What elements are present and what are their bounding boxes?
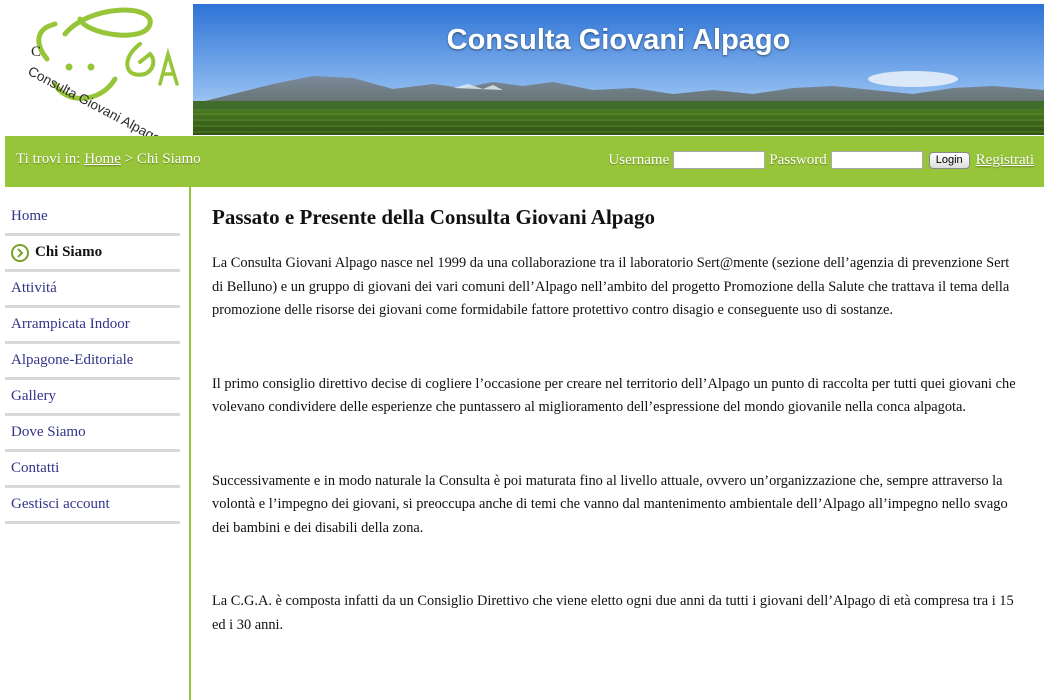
page-header: C Consulta Giovani Alpago Consulta Giova… [0, 0, 1045, 146]
sidebar-item-label: Dove Siamo [11, 424, 86, 440]
breadcrumb-current: Chi Siamo [136, 151, 201, 167]
sidebar-item-chi-siamo[interactable]: Chi Siamo [5, 236, 180, 272]
sidebar-item-home[interactable]: Home [5, 200, 180, 236]
content-paragraph: Il primo consiglio direttivo decise di c… [212, 375, 1016, 416]
username-input[interactable] [673, 151, 766, 169]
username-label: Username [608, 151, 670, 168]
main-content: Passato e Presente della Consulta Giovan… [212, 205, 1024, 687]
sidebar-item-label: Contatti [11, 460, 60, 476]
sidebar-item-attivita[interactable]: Attivitá [5, 272, 180, 308]
sidebar-item-label: Attivitá [11, 280, 57, 296]
sidebar-item-label: Alpagone-Editoriale [11, 352, 134, 368]
sidebar-item-label: Arrampicata Indoor [11, 316, 130, 332]
password-label: Password [769, 151, 827, 168]
breadcrumb-prefix: Ti trovi in: [16, 151, 81, 167]
sidebar-item-gallery[interactable]: Gallery [5, 380, 180, 416]
sidebar-item-gestisci-account[interactable]: Gestisci account [5, 488, 180, 524]
sidebar-item-label: Gallery [11, 388, 56, 404]
site-logo[interactable]: C Consulta Giovani Alpago [5, 4, 191, 146]
site-title: Consulta Giovani Alpago [446, 24, 791, 56]
register-link[interactable]: Registrati [976, 152, 1034, 169]
login-button[interactable]: Login [928, 151, 970, 169]
breadcrumb-home-link[interactable]: Home [84, 151, 121, 167]
page-title: Passato e Presente della Consulta Giovan… [212, 205, 655, 229]
navigation-bar: Ti trovi in: Home > Chi Siamo Username P… [5, 136, 1044, 187]
content-paragraph: La C.G.A. è composta infatti da un Consi… [212, 593, 1014, 633]
sidebar-item-contatti[interactable]: Contatti [5, 452, 180, 488]
breadcrumb-separator: > [124, 151, 134, 167]
sidebar-item-label: Chi Siamo [35, 244, 103, 260]
header-banner: Consulta Giovani Alpago [193, 4, 1044, 135]
cga-logo-graphic: C Consulta Giovani Alpago [26, 7, 179, 146]
content-divider [189, 187, 191, 700]
sidebar-item-arrampicata-indoor[interactable]: Arrampicata Indoor [5, 308, 180, 344]
content-paragraph: Successivamente e in modo naturale la Co… [212, 472, 1008, 536]
breadcrumb: Ti trovi in: Home > Chi Siamo [16, 151, 201, 168]
sidebar-item-label: Home [11, 208, 48, 224]
content-paragraph: La Consulta Giovani Alpago nasce nel 199… [212, 255, 1010, 318]
sidebar-item-alpagone-editoriale[interactable]: Alpagone-Editoriale [5, 344, 180, 380]
logo-letter-c: C [31, 44, 41, 60]
chevron-right-circle-icon [11, 243, 29, 262]
sidebar-item-dove-siamo[interactable]: Dove Siamo [5, 416, 180, 452]
login-form: Username Password Login Registrati [608, 151, 1034, 169]
password-input[interactable] [830, 151, 923, 169]
sidebar-item-label: Gestisci account [11, 496, 110, 512]
sidebar-menu: Home Chi Siamo Attivitá Arrampicata Indo… [5, 200, 180, 524]
